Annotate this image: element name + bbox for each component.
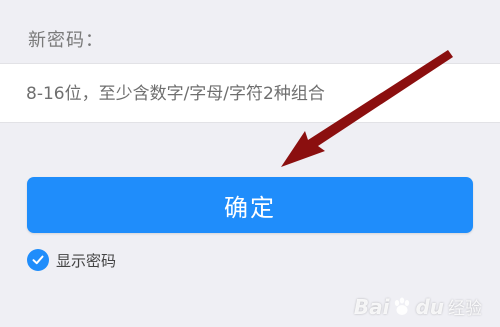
- pointer-arrow-icon: [281, 50, 453, 167]
- paw-icon: [395, 297, 410, 315]
- watermark-brand: Bai: [353, 294, 390, 319]
- baidu-jingyan-watermark: Bai du 经验: [353, 294, 482, 320]
- watermark-brand-suffix: du: [415, 294, 444, 319]
- watermark-product: 经验: [448, 299, 482, 319]
